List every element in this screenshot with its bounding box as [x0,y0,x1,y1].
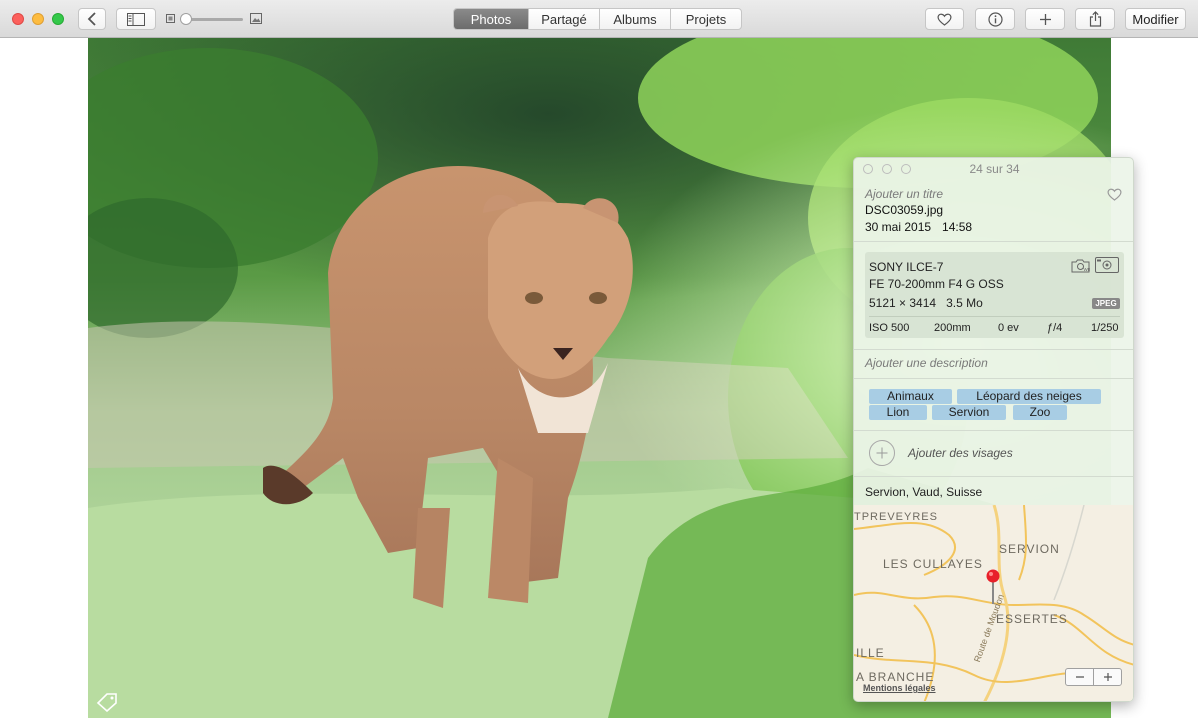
zoom-slider-knob[interactable] [180,13,192,25]
location-label: Servion, Vaud, Suisse [865,485,983,499]
large-photo-icon [250,13,262,24]
separator [854,378,1133,379]
map-zoom-controls [1065,668,1122,686]
map-pin-icon[interactable] [985,569,1001,605]
keyword-tag[interactable]: Servion [932,405,1006,420]
map-legal-link[interactable]: Mentions légales [863,683,936,693]
info-button[interactable] [975,8,1015,30]
edit-button[interactable]: Modifier [1125,8,1186,30]
tab-photos[interactable]: Photos [454,9,528,29]
tab-albums[interactable]: Albums [599,9,670,29]
share-icon [1089,11,1101,27]
panel-counter: 24 sur 34 [969,162,1020,176]
map-place-label: TPREVEYRES [854,511,938,523]
tab-partage[interactable]: Partagé [528,9,599,29]
close-button[interactable] [12,13,24,25]
minimize-button[interactable] [32,13,44,25]
photo-date: 30 mai 2015 14:58 [865,220,972,234]
dimensions-value: 5121 × 3414 [869,296,937,310]
iso-value: ISO 500 [869,322,910,334]
plus-icon [1103,673,1112,681]
map-zoom-out-button[interactable] [1066,669,1094,685]
info-panel: 24 sur 34 Ajouter un titre DSC03059.jpg … [853,157,1134,702]
add-button[interactable] [1025,8,1065,30]
map-place-label: ILLE [856,646,885,660]
small-photo-icon [166,14,175,23]
separator [854,430,1133,431]
keyword-tag[interactable]: Zoo [1013,405,1067,420]
keyword-tag[interactable]: Léopard des neiges [957,389,1101,404]
svg-text:WB: WB [1084,267,1091,272]
focal-value: 200mm [934,322,971,334]
camera-info-box: SONY ILCE-7 FE 70-200mm F4 G OSS 5121 × … [865,252,1124,338]
separator [869,316,1120,317]
minus-icon [1075,676,1084,678]
heart-icon [937,13,952,26]
photo-time-value: 14:58 [942,220,973,234]
photo-date-value: 30 mai 2015 [865,220,932,234]
map-place-label: ESSERTES [996,612,1068,626]
format-badge: JPEG [1092,298,1120,309]
camera-wb-icon: WB [1071,259,1091,273]
file-size-value: 3.5 Mo [946,296,983,310]
separator [854,476,1133,477]
share-button[interactable] [1075,8,1115,30]
info-icon [987,11,1003,27]
favorite-button[interactable] [925,8,964,30]
zoom-button[interactable] [52,13,64,25]
exposure-icon [1095,257,1119,273]
keyword-tag[interactable]: Animaux [869,389,952,404]
add-faces-label[interactable]: Ajouter des visages [908,446,1013,460]
camera-model: SONY ILCE-7 [869,260,944,274]
file-name: DSC03059.jpg [865,203,944,217]
image-size: 5121 × 3414 3.5 Mo [869,296,983,310]
plus-icon [1039,13,1051,25]
add-description-field[interactable]: Ajouter une description [865,356,988,370]
keywords-area[interactable]: Animaux Léopard des neiges Lion Servion … [854,388,1133,424]
map-place-label: LES CULLAYES [883,557,983,571]
ev-value: 0 ev [998,322,1019,334]
separator [854,241,1133,242]
plus-icon [876,447,888,459]
map-place-label: SERVION [999,542,1060,556]
shutter-value: 1/250 [1091,322,1119,334]
back-icon [87,12,96,26]
add-title-field[interactable]: Ajouter un titre [865,187,943,201]
map-place-label: A BRANCHE [856,670,935,684]
aperture-value: ƒ/4 [1047,322,1063,334]
toolbar: Photos Partagé Albums Projets Modifier [0,0,1198,38]
view-tabs: Photos Partagé Albums Projets [453,8,742,30]
separator [854,349,1133,350]
tag-icon[interactable] [96,692,118,712]
lens-model: FE 70-200mm F4 G OSS [869,277,1004,291]
panel-heart-icon[interactable] [1107,188,1122,201]
map-zoom-in-button[interactable] [1094,669,1121,685]
back-button[interactable] [78,8,106,30]
tab-projets[interactable]: Projets [670,9,741,29]
location-map[interactable]: TPREVEYRES SERVION LES CULLAYES ESSERTES… [854,505,1133,701]
add-faces-button[interactable] [869,440,895,466]
sidebar-toggle-button[interactable] [116,8,156,30]
sidebar-icon [127,12,145,26]
keyword-tag[interactable]: Lion [869,405,927,420]
